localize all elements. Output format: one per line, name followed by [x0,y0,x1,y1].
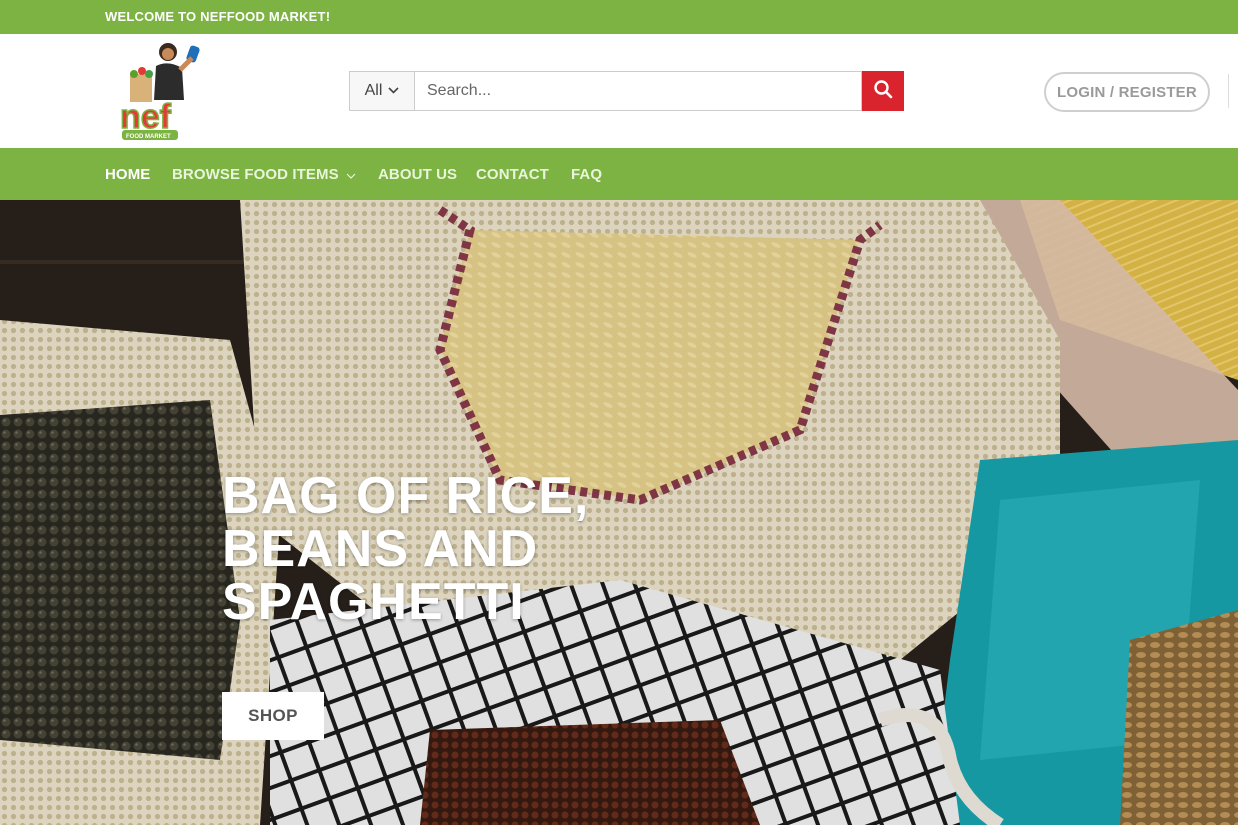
hero-title: BAG OF RICE, BEANS AND SPAGHETTI [222,467,590,631]
nav-item-about-us[interactable]: ABOUT US [378,166,457,183]
svg-text:FOOD MARKET: FOOD MARKET [126,134,171,140]
category-select[interactable]: All [349,71,415,111]
nav-item-browse-food-items[interactable]: BROWSE FOOD ITEMS [172,166,356,183]
nav-item-home[interactable]: HOME [105,166,150,183]
category-select-value: All [364,82,383,99]
header-divider [1228,74,1229,108]
search-bar: All [349,71,904,111]
nav-item-faq[interactable]: FAQ [571,166,602,183]
search-input[interactable] [415,71,862,111]
chevron-down-icon [388,86,399,97]
shop-button[interactable]: SHOP [222,692,324,740]
site-logo[interactable]: nef FOOD MARKET [118,40,208,144]
hero-banner: BAG OF RICE, BEANS AND SPAGHETTI SHOP [0,200,1238,825]
nav-item-label: BROWSE FOOD ITEMS [172,166,339,183]
chevron-down-icon [343,171,356,182]
welcome-text: WELCOME TO NEFFOOD MARKET! [105,9,331,24]
site-header: nef FOOD MARKET All LOGIN / REGISTER [0,34,1238,148]
main-nav: HOME BROWSE FOOD ITEMS ABOUT US CONTACT … [0,148,1238,200]
top-welcome-bar: WELCOME TO NEFFOOD MARKET! [0,0,1238,34]
search-icon [873,79,893,104]
hero-background-image [0,200,1238,825]
nav-item-contact[interactable]: CONTACT [476,166,549,183]
login-register-button[interactable]: LOGIN / REGISTER [1044,72,1210,112]
search-button[interactable] [862,71,904,111]
